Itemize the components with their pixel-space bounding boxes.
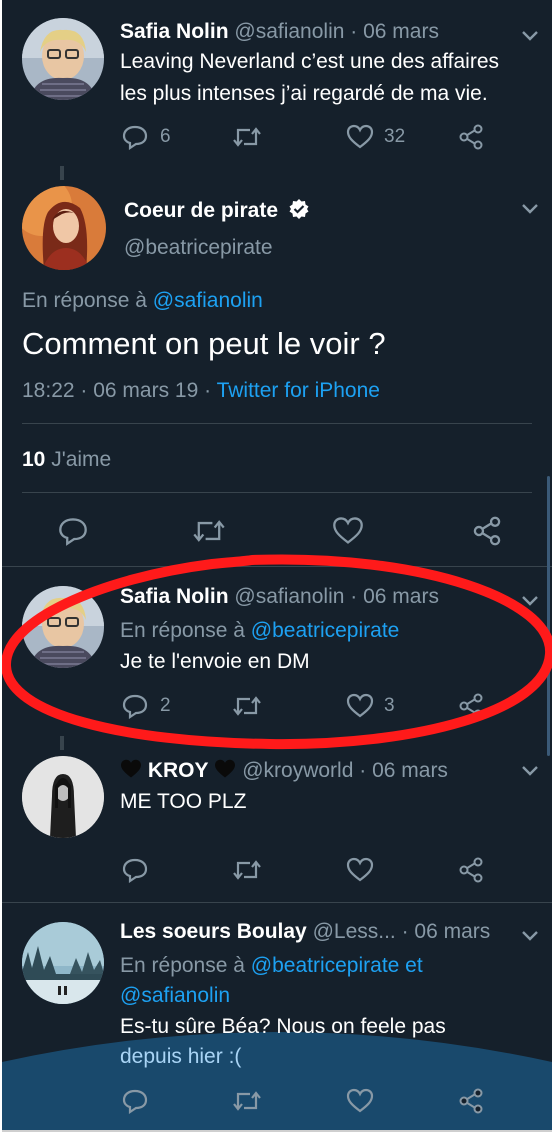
like-count: 32 (384, 126, 406, 147)
avatar-kroy[interactable] (22, 756, 104, 838)
share-icon[interactable] (458, 124, 484, 150)
tweet-date[interactable]: · 06 mars (402, 920, 491, 943)
share-icon[interactable] (458, 693, 484, 719)
retweet-icon[interactable] (232, 1088, 262, 1114)
author-handle[interactable]: @beatricepirate (124, 236, 273, 260)
chevron-down-icon[interactable] (520, 594, 540, 608)
avatar-les-soeurs-boulay[interactable] (22, 922, 104, 1004)
like-icon[interactable] (346, 693, 374, 719)
author-handle[interactable]: @Less... (313, 920, 396, 943)
reply-icon[interactable] (122, 857, 148, 883)
chevron-down-icon[interactable] (520, 29, 540, 43)
reply-icon[interactable] (122, 124, 148, 150)
share-icon[interactable] (472, 516, 502, 546)
retweet-icon[interactable] (232, 693, 262, 719)
reply-to-link[interactable]: @safianolin (153, 289, 263, 312)
author-handle[interactable]: @safianolin (234, 585, 344, 608)
like-icon[interactable] (332, 516, 364, 546)
like-icon[interactable] (346, 124, 374, 150)
divider (22, 492, 532, 493)
heart-emoji-icon (215, 759, 236, 778)
like-icon[interactable] (346, 1088, 374, 1114)
divider (2, 902, 552, 903)
reply-context-prefix: En réponse à (120, 954, 245, 977)
tweet-text: Comment on peut le voir ? (22, 326, 386, 361)
tweet-date[interactable]: · 06 mars (359, 759, 448, 782)
author-handle[interactable]: @kroyworld (242, 759, 353, 782)
reply-icon[interactable] (122, 693, 148, 719)
author-handle[interactable]: @safianolin (234, 20, 344, 43)
retweet-icon[interactable] (232, 124, 262, 150)
twitter-thread: Safia Nolin @safianolin · 06 mars Leavin… (2, 0, 552, 1132)
chevron-down-icon[interactable] (520, 764, 540, 778)
reply-context-prefix: En réponse à (22, 289, 147, 312)
thread-connector (60, 166, 64, 180)
avatar-safia[interactable] (22, 18, 104, 100)
reply-icon[interactable] (58, 516, 88, 546)
tweet-text: ME TOO PLZ (120, 790, 247, 813)
divider (2, 566, 552, 567)
retweet-icon[interactable] (192, 516, 226, 546)
reply-to-link[interactable]: @beatricepirate (251, 619, 400, 642)
author-name[interactable]: Safia Nolin (120, 585, 229, 608)
tweet-date[interactable]: · 06 mars (350, 20, 439, 43)
scrollbar[interactable] (547, 476, 550, 756)
author-name[interactable]: Les soeurs Boulay (120, 920, 307, 943)
verified-badge-icon (289, 199, 309, 219)
like-count: 3 (384, 695, 395, 716)
reply-icon[interactable] (122, 1088, 148, 1114)
like-label: J'aime (51, 448, 112, 471)
tweet-timestamp[interactable]: 18:22 · 06 mars 19 · (22, 379, 211, 402)
avatar-safia[interactable] (22, 586, 104, 668)
likes-summary[interactable]: 10 J'aime (22, 448, 111, 472)
thread-connector (60, 736, 64, 750)
reply-count: 6 (160, 126, 171, 147)
reply-context-prefix: En réponse à (120, 619, 245, 642)
like-icon[interactable] (346, 857, 374, 883)
heart-emoji-icon (121, 759, 141, 778)
tweet-text-line-1: Leaving Neverland c’est une des affaires (120, 50, 500, 73)
author-name[interactable]: Coeur de pirate (124, 199, 278, 222)
avatar-coeur-de-pirate[interactable] (22, 186, 106, 270)
tweet-text: Je te l'envoie en DM (120, 650, 310, 673)
retweet-icon[interactable] (232, 857, 262, 883)
tweet-text-line-2: les plus intenses j’ai regardé de ma vie… (120, 82, 488, 105)
share-icon[interactable] (458, 1088, 484, 1114)
reply-to-link[interactable]: @safianolin (120, 984, 230, 1008)
like-total: 10 (22, 448, 46, 471)
author-name[interactable]: KROY (148, 759, 209, 782)
chevron-down-icon[interactable] (520, 202, 540, 216)
divider (22, 423, 532, 424)
tweet-text-line-2: depuis hier :( (120, 1045, 242, 1068)
tweet-source-link[interactable]: Twitter for iPhone (217, 379, 380, 402)
reply-to-link[interactable]: @beatricepirate et (251, 954, 423, 977)
chevron-down-icon[interactable] (520, 929, 540, 943)
reply-count: 2 (160, 695, 171, 716)
share-icon[interactable] (458, 857, 484, 883)
tweet-text-line-1: Es-tu sûre Béa? Nous on feele pas (120, 1015, 446, 1038)
author-name[interactable]: Safia Nolin (120, 20, 229, 43)
tweet-date[interactable]: · 06 mars (350, 585, 439, 608)
